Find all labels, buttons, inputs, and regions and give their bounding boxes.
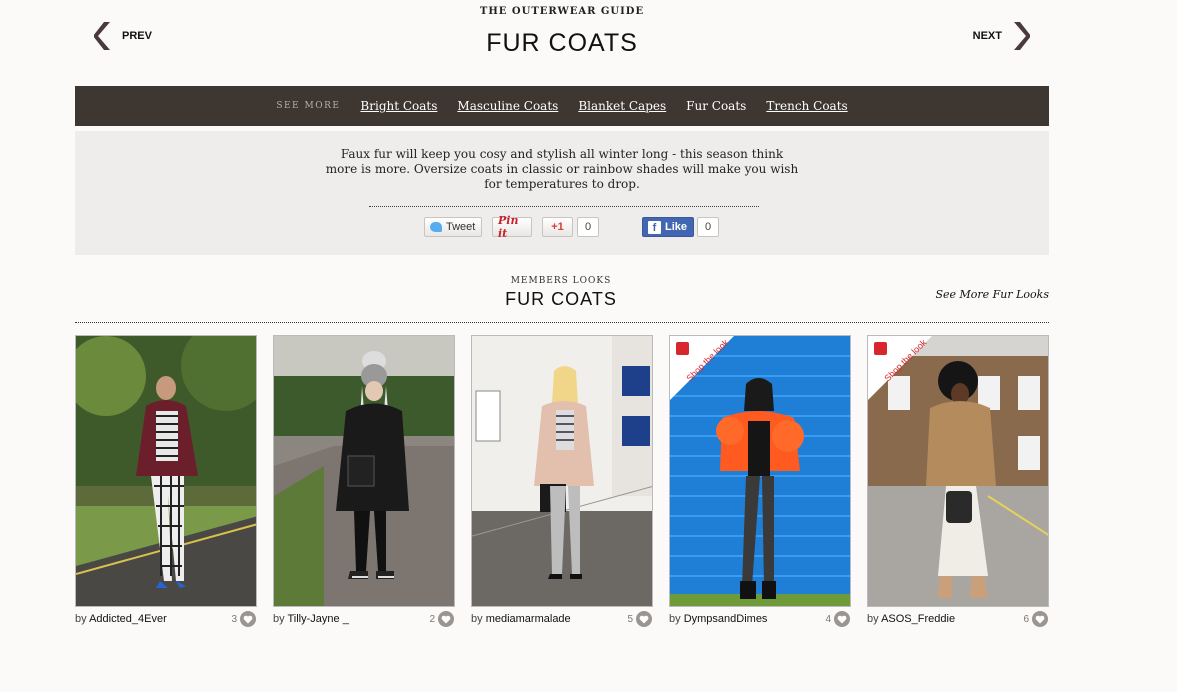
twitter-bird-icon: [430, 222, 442, 232]
look-photo[interactable]: Shop the look: [669, 335, 851, 607]
like-count: 6: [1023, 614, 1029, 625]
next-label: NEXT: [972, 30, 1002, 42]
look-author: by Tilly-Jayne _: [273, 613, 349, 625]
heart-icon[interactable]: [834, 611, 850, 627]
facebook-like-count: 0: [697, 217, 719, 237]
by-label: by: [273, 613, 285, 625]
divider: [369, 206, 759, 207]
see-more-link-trench-coats[interactable]: Trench Coats: [766, 99, 847, 113]
next-button[interactable]: NEXT: [973, 21, 1030, 51]
chevron-right-icon: [1014, 22, 1030, 50]
shop-the-look-badge[interactable]: Shop the look: [670, 336, 734, 400]
facebook-icon: f: [648, 220, 661, 234]
look-card[interactable]: by mediamarmalade 5: [471, 335, 653, 630]
author-link[interactable]: ASOS_Freddie: [881, 613, 955, 625]
author-link[interactable]: DympsandDimes: [684, 613, 768, 625]
guide-header: PREV THE OUTERWEAR GUIDE FUR COATS NEXT: [75, 0, 1049, 86]
pin-it-label: Pin it: [498, 214, 519, 240]
heart-icon[interactable]: [636, 611, 652, 627]
shop-the-look-badge[interactable]: Shop the look: [868, 336, 932, 400]
by-label: by: [75, 613, 87, 625]
page-title: FUR COATS: [486, 29, 638, 57]
see-more-link-masculine-coats[interactable]: Masculine Coats: [457, 99, 558, 113]
by-label: by: [867, 613, 879, 625]
author-link[interactable]: Addicted_4Ever: [89, 613, 167, 625]
see-more-bar: SEE MORE Bright Coats Masculine Coats Bl…: [75, 86, 1049, 126]
look-card[interactable]: Shop the look by DympsandDimes 4: [669, 335, 851, 630]
heart-icon[interactable]: [438, 611, 454, 627]
intro-text: Faux fur will keep you cosy and stylish …: [325, 147, 799, 191]
look-author: by Addicted_4Ever: [75, 613, 167, 625]
like-count: 3: [231, 614, 237, 625]
facebook-like-button[interactable]: f Like: [642, 217, 694, 237]
like-count: 2: [429, 614, 435, 625]
google-plus-count: 0: [577, 217, 599, 237]
by-label: by: [669, 613, 681, 625]
look-author: by ASOS_Freddie: [867, 613, 955, 625]
author-link[interactable]: mediamarmalade: [486, 613, 571, 625]
look-photo[interactable]: [471, 335, 653, 607]
look-photo[interactable]: [75, 335, 257, 607]
by-label: by: [471, 613, 483, 625]
tweet-button[interactable]: Tweet: [424, 217, 482, 237]
share-buttons: Tweet Pin it +1 0 f Like 0: [75, 214, 1049, 240]
intro-box: Faux fur will keep you cosy and stylish …: [75, 131, 1049, 255]
google-plus-button[interactable]: +1: [542, 217, 573, 237]
looks-grid: by Addicted_4Ever 3 by Tilly-Jayne _ 2 b…: [75, 335, 1049, 630]
see-more-link-fur-coats[interactable]: Fur Coats: [686, 99, 746, 113]
see-more-link-blanket-capes[interactable]: Blanket Capes: [578, 99, 666, 113]
facebook-like-label: Like: [665, 221, 688, 233]
see-more-label: SEE MORE: [276, 101, 341, 111]
see-more-fur-looks-link[interactable]: See More Fur Looks: [935, 288, 1049, 301]
look-photo[interactable]: [273, 335, 455, 607]
guide-label: THE OUTERWEAR GUIDE: [479, 6, 645, 17]
look-author: by DympsandDimes: [669, 613, 767, 625]
tweet-label: Tweet: [446, 221, 476, 233]
author-link[interactable]: Tilly-Jayne _: [287, 613, 348, 625]
section-divider: [75, 322, 1049, 323]
look-card[interactable]: by Tilly-Jayne _ 2: [273, 335, 455, 630]
look-card[interactable]: by Addicted_4Ever 3: [75, 335, 257, 630]
look-card[interactable]: Shop the look by ASOS_Freddie 6: [867, 335, 1049, 630]
heart-icon[interactable]: [240, 611, 256, 627]
google-plus-label: +1: [551, 221, 564, 233]
pin-it-button[interactable]: Pin it: [492, 214, 532, 240]
like-count: 5: [627, 614, 633, 625]
members-looks-label: MEMBERS LOOKS: [510, 276, 612, 286]
like-count: 4: [825, 614, 831, 625]
look-photo[interactable]: Shop the look: [867, 335, 1049, 607]
look-author: by mediamarmalade: [471, 613, 571, 625]
see-more-link-bright-coats[interactable]: Bright Coats: [360, 99, 437, 113]
heart-icon[interactable]: [1032, 611, 1048, 627]
